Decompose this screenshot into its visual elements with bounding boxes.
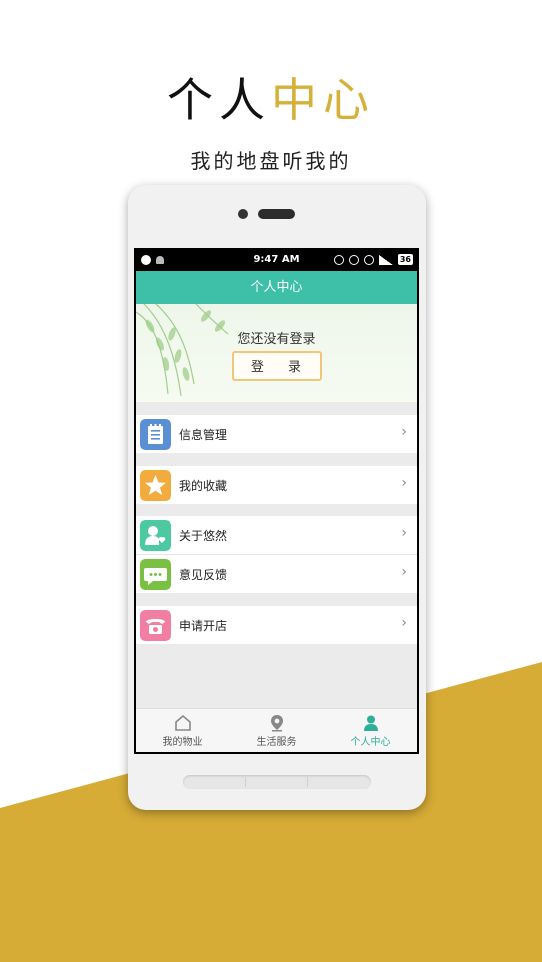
menu-item-favorites[interactable]: 我的收藏 › [136, 466, 417, 504]
tab-personal-center[interactable]: 个人中心 [324, 709, 417, 752]
bottom-tab-bar: 我的物业 生活服务 个人中心 [136, 708, 417, 752]
alarm-icon [333, 254, 344, 265]
person-icon [364, 715, 378, 731]
chevron-right-icon: › [401, 615, 407, 631]
page-title: 个人中心 [136, 271, 417, 304]
notepad-icon [140, 419, 171, 450]
tab-label: 生活服务 [256, 737, 297, 748]
chevron-right-icon: › [401, 424, 407, 440]
chevron-right-icon: › [401, 475, 407, 491]
chevron-right-icon: › [401, 564, 407, 580]
login-card: 您还没有登录 登 录 [136, 304, 417, 402]
tab-label: 个人中心 [350, 737, 391, 748]
menu-item-label: 意见反馈 [179, 568, 228, 582]
camera-icon [238, 209, 248, 219]
house-icon [175, 714, 191, 731]
menu-item-feedback[interactable]: 意见反馈 › [136, 555, 417, 593]
tab-my-property[interactable]: 我的物业 [136, 709, 229, 752]
telephone-icon [140, 610, 171, 641]
menu-item-label: 我的收藏 [179, 479, 228, 493]
sync-icon [348, 254, 359, 265]
status-bar: 9:47 AM 36 [136, 250, 417, 271]
menu-item-info-management[interactable]: 信息管理 › [136, 415, 417, 453]
phone-screen: 9:47 AM 36 个人中心 您还没有登录 登 录 信息管理 › 我的收藏 ›… [134, 248, 419, 754]
login-button[interactable]: 登 录 [232, 351, 322, 381]
person-heart-icon [140, 520, 171, 551]
menu-item-label: 信息管理 [179, 428, 228, 442]
wifi-icon [363, 254, 374, 265]
phone-home-bar [183, 775, 371, 789]
login-prompt-text: 您还没有登录 [237, 332, 316, 347]
location-pin-icon [271, 715, 283, 732]
promo-subtitle: 我的地盘听我的 [190, 149, 352, 173]
signal-icon [378, 254, 393, 265]
chevron-right-icon: › [401, 525, 407, 541]
promo-title-gold: 中心 [271, 73, 375, 127]
menu-item-apply-shop[interactable]: 申请开店 › [136, 606, 417, 644]
phone-frame: 9:47 AM 36 个人中心 您还没有登录 登 录 信息管理 › 我的收藏 ›… [128, 185, 426, 810]
menu-item-about[interactable]: 关于悠然 › [136, 516, 417, 554]
promo-title: 个人中心 [0, 72, 542, 128]
menu-item-label: 申请开店 [179, 619, 228, 633]
promo-title-black: 个人 [167, 73, 271, 127]
battery-icon: 36 [397, 254, 413, 265]
speaker-icon [258, 209, 295, 219]
tab-life-services[interactable]: 生活服务 [230, 709, 323, 752]
star-icon [140, 470, 171, 501]
menu-item-label: 关于悠然 [179, 529, 228, 543]
tab-label: 我的物业 [162, 737, 203, 748]
chat-bubble-icon [140, 559, 171, 590]
